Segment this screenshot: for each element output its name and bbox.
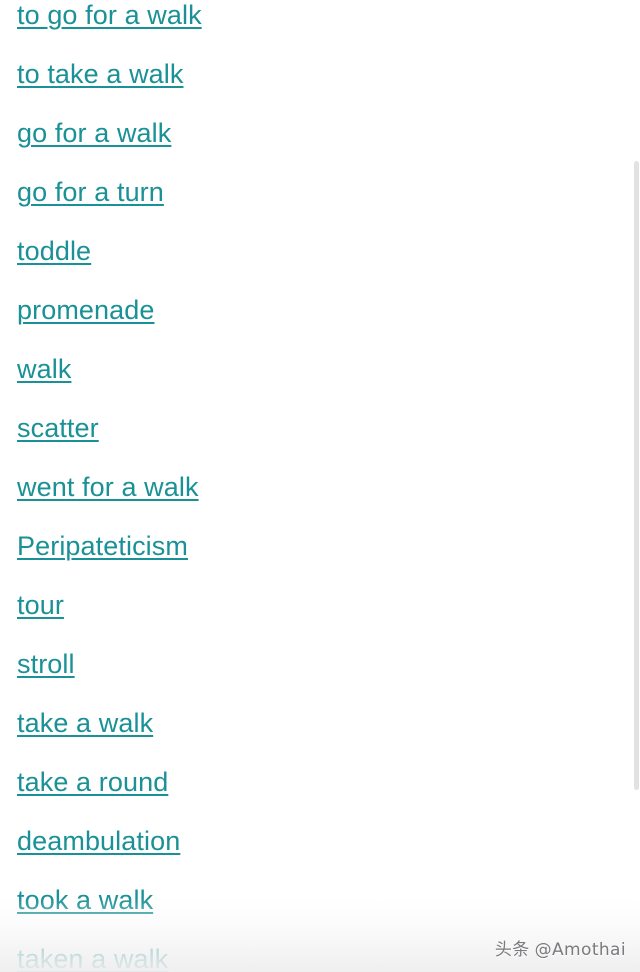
list-item[interactable]: took a walk bbox=[0, 871, 640, 930]
synonym-link[interactable]: deambulation bbox=[17, 826, 180, 856]
synonym-link[interactable]: go for a turn bbox=[17, 177, 164, 207]
vertical-scrollbar-thumb[interactable] bbox=[634, 161, 639, 790]
synonym-link[interactable]: go for a walk bbox=[17, 118, 171, 148]
list-item[interactable]: go for a walk bbox=[0, 104, 640, 163]
synonym-link[interactable]: take a round bbox=[17, 767, 168, 797]
list-item[interactable]: go for a turn bbox=[0, 163, 640, 222]
list-item[interactable]: tour bbox=[0, 576, 640, 635]
list-item[interactable]: scatter bbox=[0, 399, 640, 458]
list-item[interactable]: toddle bbox=[0, 222, 640, 281]
synonym-link[interactable]: took a walk bbox=[17, 885, 153, 915]
list-item[interactable]: to go for a walk bbox=[0, 0, 640, 45]
synonym-link[interactable]: taken a walk bbox=[17, 944, 168, 972]
synonym-link[interactable]: went for a walk bbox=[17, 472, 199, 502]
list-item[interactable]: to take a walk bbox=[0, 45, 640, 104]
synonym-link[interactable]: toddle bbox=[17, 236, 91, 266]
synonym-link[interactable]: take a walk bbox=[17, 708, 153, 738]
synonym-link[interactable]: Peripateticism bbox=[17, 531, 188, 561]
list-item[interactable]: taken a walk bbox=[0, 930, 640, 972]
list-item[interactable]: deambulation bbox=[0, 812, 640, 871]
synonym-link[interactable]: walk bbox=[17, 354, 71, 384]
synonym-link[interactable]: to go for a walk bbox=[17, 0, 202, 30]
synonym-link[interactable]: tour bbox=[17, 590, 64, 620]
vertical-scrollbar-track[interactable] bbox=[633, 0, 640, 972]
page-root: to go for a walk to take a walk go for a w… bbox=[0, 0, 640, 972]
list-item[interactable]: walk bbox=[0, 340, 640, 399]
list-item[interactable]: went for a walk bbox=[0, 458, 640, 517]
synonym-link[interactable]: to take a walk bbox=[17, 59, 184, 89]
list-item[interactable]: promenade bbox=[0, 281, 640, 340]
list-item[interactable]: stroll bbox=[0, 635, 640, 694]
list-item[interactable]: take a round bbox=[0, 753, 640, 812]
synonym-link[interactable]: promenade bbox=[17, 295, 155, 325]
list-item[interactable]: take a walk bbox=[0, 694, 640, 753]
list-item[interactable]: Peripateticism bbox=[0, 517, 640, 576]
synonym-link[interactable]: scatter bbox=[17, 413, 99, 443]
synonym-link[interactable]: stroll bbox=[17, 649, 75, 679]
synonym-list: to go for a walk to take a walk go for a w… bbox=[0, 0, 640, 972]
